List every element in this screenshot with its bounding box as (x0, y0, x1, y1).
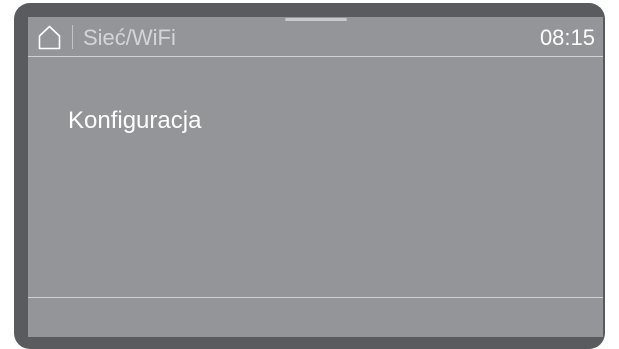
header-separator (28, 56, 603, 57)
display-screen: Sieć/WiFi 08:15 Konfiguracja (28, 17, 603, 337)
page-title: Sieć/WiFi (83, 25, 176, 50)
clock-time: 08:15 (539, 25, 595, 50)
menu-item-configuration[interactable]: Konfiguracja (68, 107, 201, 135)
status-header: Sieć/WiFi 08:15 (28, 17, 603, 55)
home-icon[interactable] (38, 25, 61, 50)
scroll-handle (285, 18, 347, 21)
footer-area (28, 298, 603, 337)
header-divider (72, 25, 73, 49)
